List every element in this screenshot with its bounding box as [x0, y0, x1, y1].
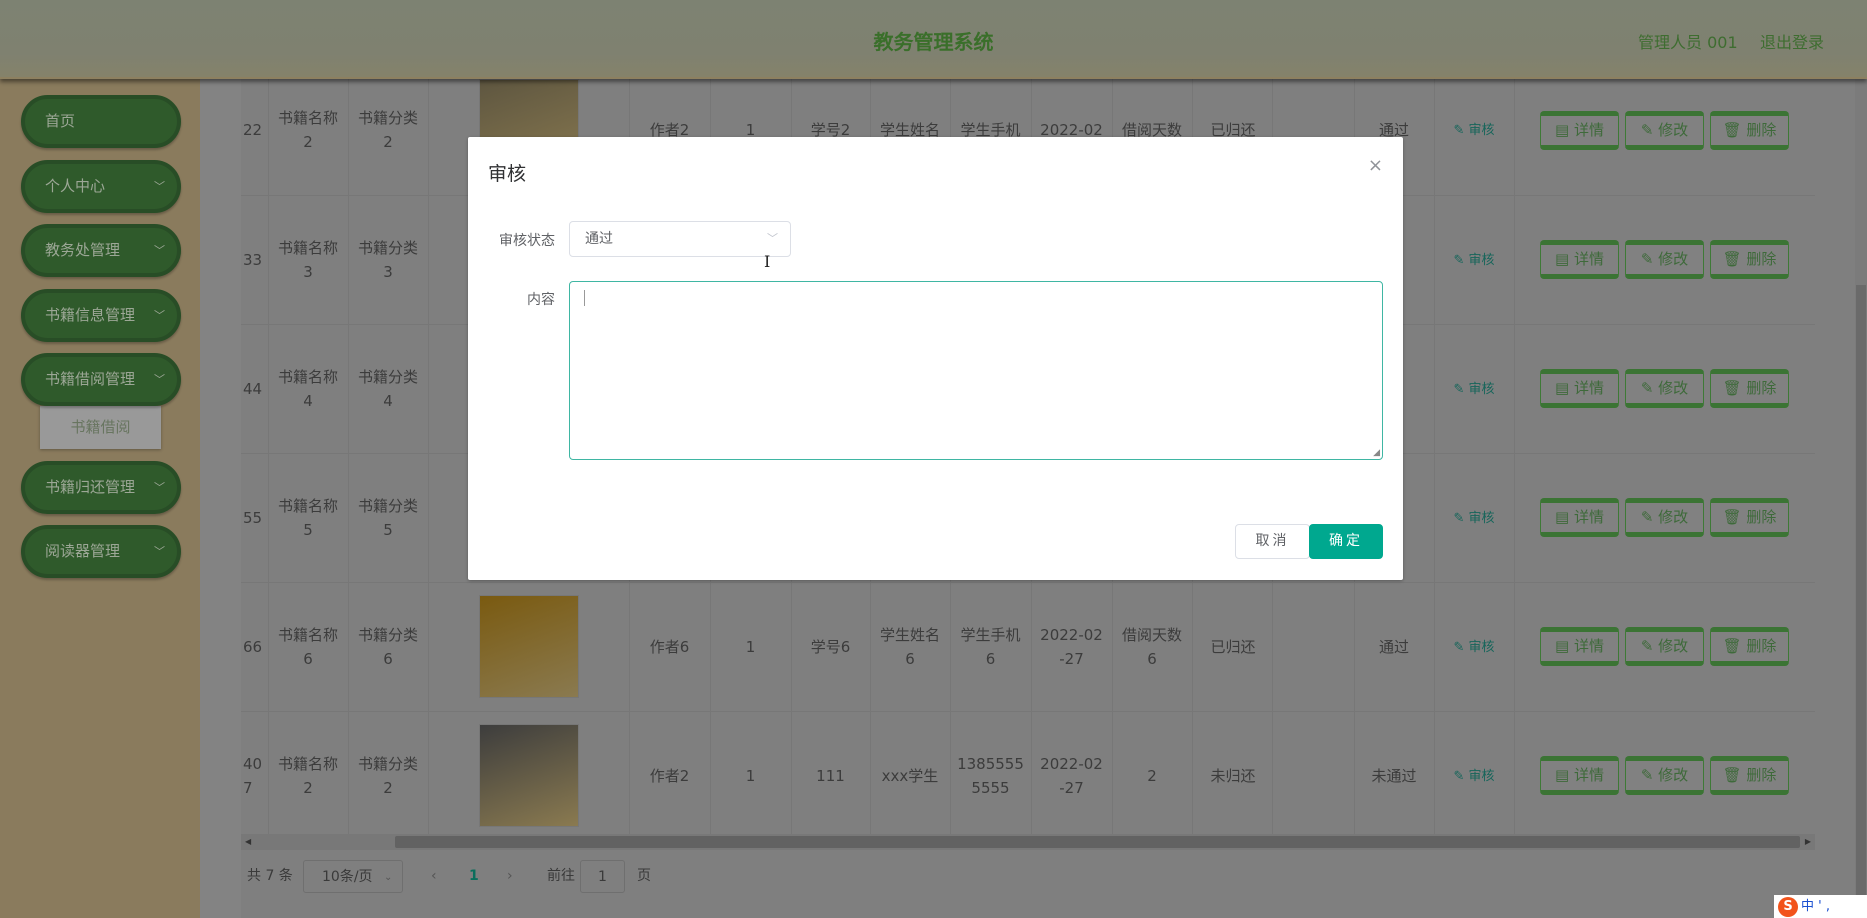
content-textarea[interactable]: ◢: [569, 281, 1383, 460]
ime-mode: 中 ' ,: [1801, 899, 1830, 914]
text-caret: [584, 290, 585, 306]
audit-status-label: 审核状态: [499, 233, 555, 249]
confirm-button[interactable]: 确定: [1309, 524, 1383, 559]
mouse-ibeam-cursor-icon: I: [764, 252, 771, 271]
resize-handle-icon[interactable]: ◢: [1373, 448, 1380, 458]
close-icon[interactable]: ×: [1368, 155, 1383, 176]
audit-status-value: 通过: [585, 231, 613, 247]
dialog-title: 审核: [488, 163, 527, 185]
audit-dialog: 审核 × 审核状态 通过 ﹀ 内容 ◢ I 取消 确定: [468, 137, 1403, 580]
audit-status-select[interactable]: 通过 ﹀: [569, 221, 791, 257]
chevron-down-icon: ﹀: [767, 232, 778, 245]
cancel-button[interactable]: 取消: [1235, 524, 1310, 559]
content-label: 内容: [527, 292, 555, 308]
sogou-logo-icon: S: [1778, 896, 1798, 917]
ime-indicator[interactable]: S中 ' ,: [1774, 895, 1867, 918]
